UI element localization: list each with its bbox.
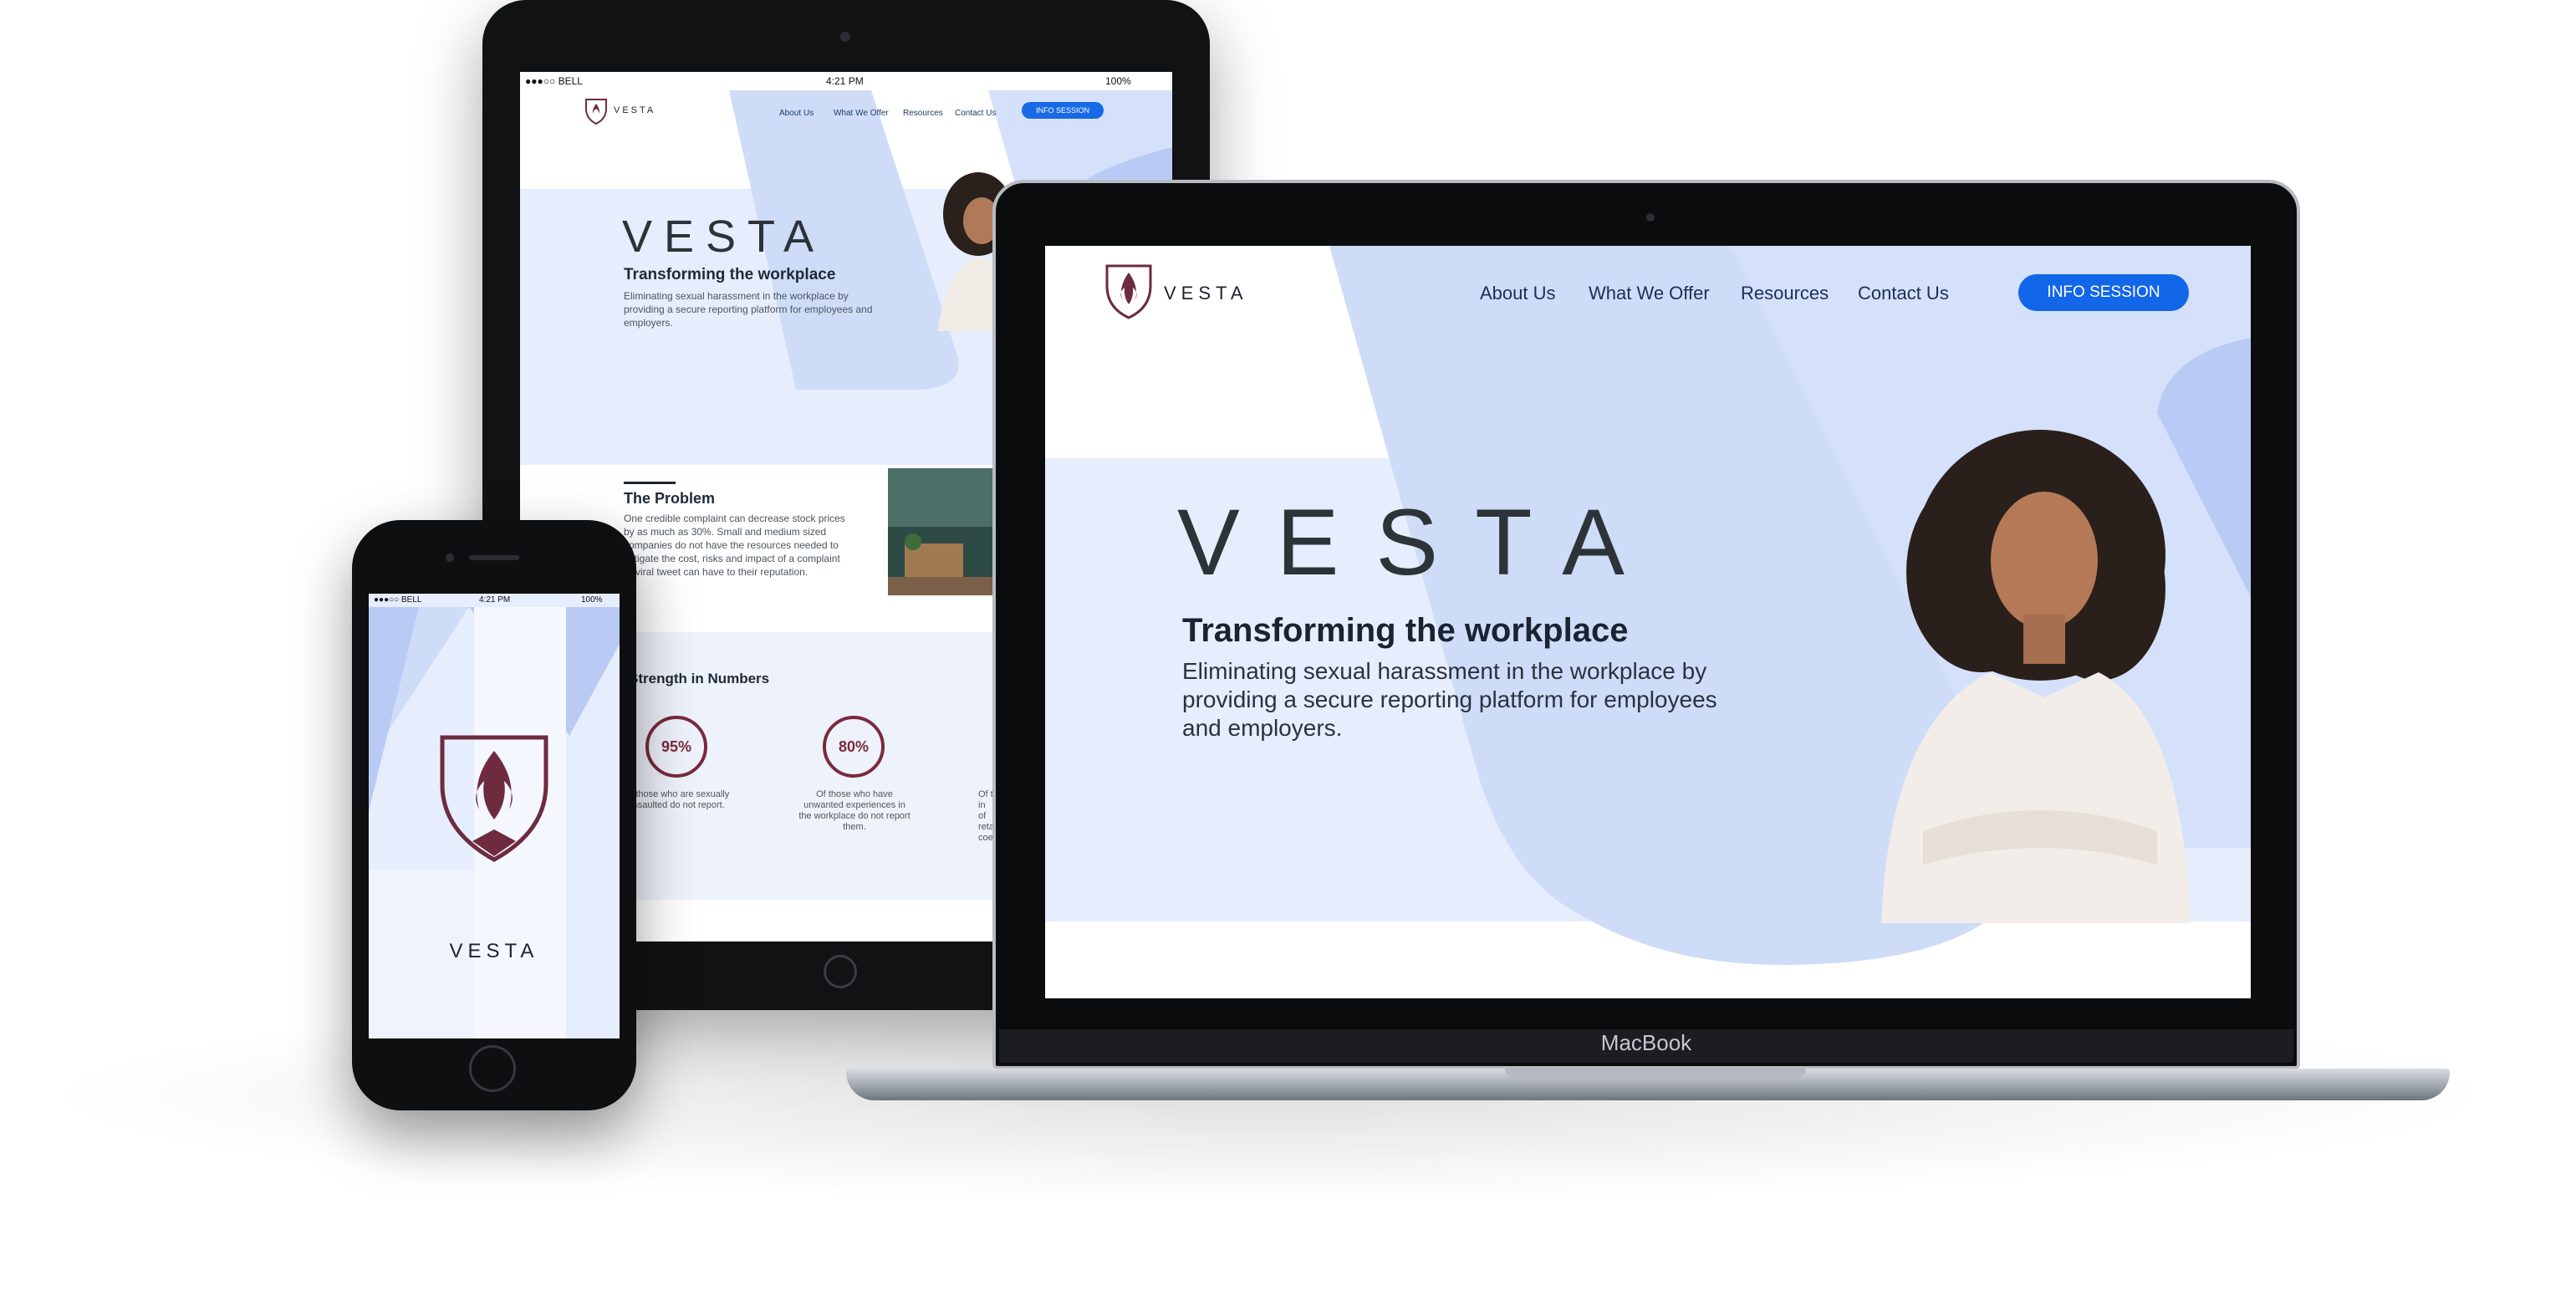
- tablet-status-bar: ●●●○○ BELL 4:21 PM 100%: [520, 72, 1172, 90]
- tablet-logo-text: VESTA: [614, 105, 656, 115]
- laptop-screen: VESTA About Us What We Offer Resources C…: [1045, 246, 2251, 998]
- tablet-stat-95-caption: Of those who are sexually assaulted do n…: [623, 789, 730, 810]
- tablet-carrier: ●●●○○ BELL: [525, 75, 583, 87]
- tablet-hero-heading: Transforming the workplace: [624, 266, 836, 283]
- laptop-camera: [1646, 213, 1655, 222]
- vesta-shield-flame-icon: [440, 735, 548, 862]
- tablet-stat-95: 95%: [645, 716, 707, 778]
- tablet-logo-icon[interactable]: [584, 97, 609, 125]
- laptop-nav-about[interactable]: About Us: [1480, 283, 1556, 304]
- tablet-stat-80-caption: Of those who have unwanted experiences i…: [798, 789, 911, 832]
- laptop-chin: MacBook: [999, 1029, 2293, 1063]
- tablet-problem-heading: The Problem: [624, 490, 716, 507]
- phone-battery: 100%: [581, 595, 603, 605]
- tablet-nav-resources[interactable]: Resources: [903, 109, 943, 118]
- laptop-hero-wordmark: VESTA: [1177, 490, 1661, 594]
- tablet-camera: [840, 32, 850, 42]
- laptop-hero-heading: Transforming the workplace: [1182, 612, 1629, 649]
- laptop-nav-offer[interactable]: What We Offer: [1589, 283, 1710, 304]
- phone-time: 4:21 PM: [479, 595, 511, 605]
- tablet-problem-rule: [624, 482, 676, 484]
- tablet-nav-offer[interactable]: What We Offer: [834, 109, 889, 118]
- laptop-opening-notch: [1505, 1069, 1806, 1079]
- tablet-nav-about[interactable]: About Us: [779, 109, 814, 118]
- phone-device: ●●●○○ BELL 4:21 PM 100% VESTA: [352, 520, 636, 1110]
- phone-status-bar: ●●●○○ BELL 4:21 PM 100%: [369, 594, 620, 607]
- laptop-nav-resources[interactable]: Resources: [1741, 283, 1829, 304]
- tablet-stat-80: 80%: [823, 716, 885, 778]
- laptop-hero-portrait: [1881, 430, 2191, 923]
- tablet-nav-contact[interactable]: Contact Us: [955, 109, 996, 118]
- tablet-hero-wordmark: VESTA: [622, 212, 826, 262]
- tablet-battery: 100%: [1105, 75, 1131, 87]
- phone-wordmark: VESTA: [449, 940, 539, 962]
- tablet-time: 4:21 PM: [826, 75, 864, 87]
- laptop-info-session-button[interactable]: INFO SESSION: [2018, 274, 2189, 311]
- laptop-nav-contact[interactable]: Contact Us: [1858, 283, 1949, 304]
- tablet-home-button[interactable]: [824, 955, 857, 988]
- laptop-brand-label: MacBook: [1600, 1030, 1692, 1055]
- tablet-numbers-heading: Strength in Numbers: [629, 671, 770, 686]
- tablet-problem-body: One credible complaint can decrease stoc…: [624, 513, 845, 578]
- tablet-info-session-button[interactable]: INFO SESSION: [1022, 102, 1104, 119]
- tablet-office-image: [888, 468, 997, 595]
- phone-carrier: ●●●○○ BELL: [374, 595, 422, 605]
- laptop-logo-icon[interactable]: [1104, 263, 1154, 321]
- phone-speaker: [469, 555, 519, 560]
- laptop-hero-body: Eliminating sexual harassment in the wor…: [1182, 658, 1717, 741]
- phone-screen: ●●●○○ BELL 4:21 PM 100% VESTA: [369, 594, 620, 1038]
- laptop-base: [846, 1069, 2450, 1100]
- tablet-hero-body: Eliminating sexual harassment in the wor…: [624, 290, 873, 329]
- phone-home-button[interactable]: [469, 1045, 516, 1092]
- laptop-logo-text: VESTA: [1164, 283, 1248, 304]
- phone-camera: [446, 554, 454, 562]
